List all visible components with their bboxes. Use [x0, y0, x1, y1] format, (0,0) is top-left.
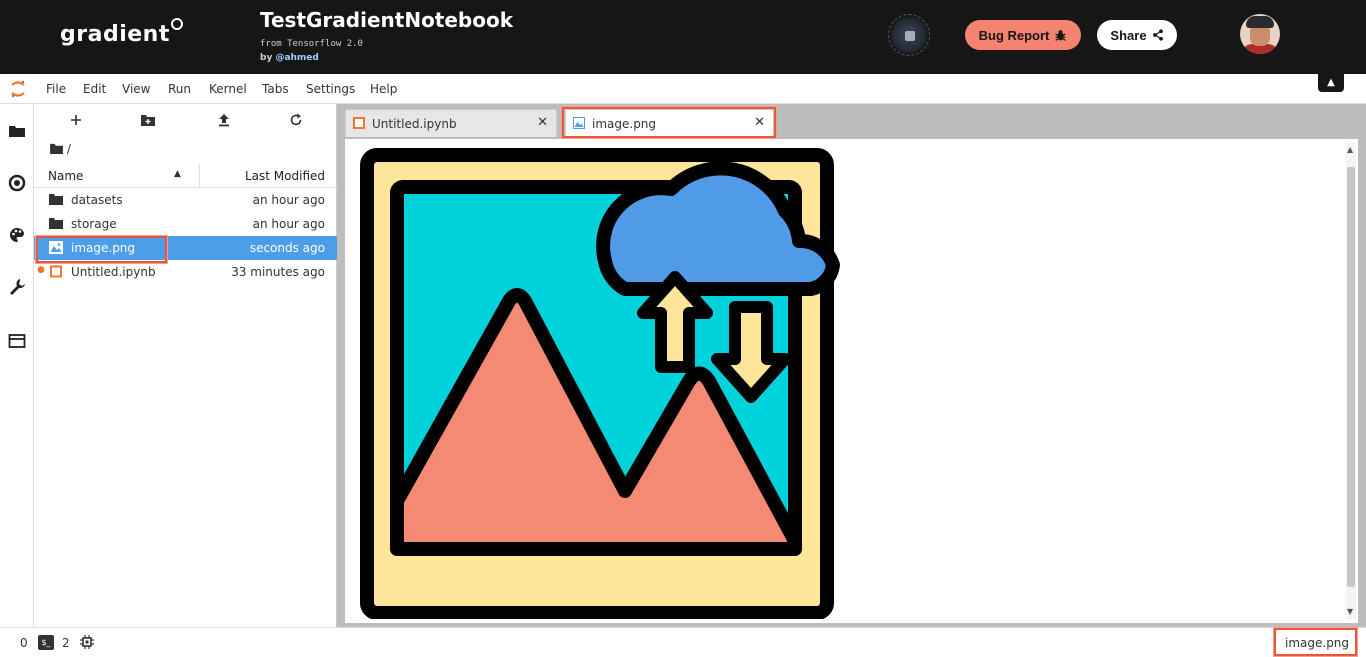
image-upload-download-illustration [360, 148, 840, 619]
folder-icon [49, 218, 63, 229]
list-item[interactable]: ● Untitled.ipynb 33 minutes ago [34, 260, 337, 284]
palette-icon[interactable] [8, 226, 26, 244]
image-viewer[interactable]: ▲ ▼ [345, 139, 1358, 623]
menu-view[interactable]: View [122, 82, 150, 96]
file-modified: an hour ago [252, 193, 325, 207]
file-list-header: Name ▲ Last Modified [34, 164, 337, 188]
avatar[interactable] [1240, 14, 1280, 54]
file-name: datasets [71, 193, 123, 207]
kernel-count: 0 [20, 636, 28, 650]
menu-tabs[interactable]: Tabs [262, 82, 289, 96]
highlight-annotation [562, 107, 776, 138]
terminal-count: 2 [62, 636, 70, 650]
notebook-author: by @ahmed [260, 53, 319, 63]
share-button[interactable]: Share [1097, 20, 1177, 50]
highlight-annotation [1274, 628, 1357, 656]
menu-help[interactable]: Help [370, 82, 397, 96]
bug-report-button[interactable]: Bug Report [965, 20, 1081, 50]
notebook-subtitle: from Tensorflow 2.0 [260, 39, 363, 49]
refresh-icon[interactable] [286, 112, 306, 128]
column-name[interactable]: Name [48, 169, 83, 183]
notebook-file-icon [353, 117, 365, 129]
vertical-scrollbar[interactable]: ▲ ▼ [1346, 143, 1356, 619]
share-icon [1152, 29, 1163, 41]
folder-icon[interactable] [8, 122, 26, 140]
home-folder-icon [50, 143, 63, 154]
terminal-icon[interactable]: $_ [38, 635, 54, 650]
close-icon[interactable]: ✕ [537, 115, 548, 130]
file-name: Untitled.ipynb [71, 265, 156, 279]
menu-settings[interactable]: Settings [306, 82, 355, 96]
new-folder-icon[interactable] [138, 112, 158, 128]
jupyter-logo-icon [11, 80, 25, 98]
collapse-header-button[interactable]: ▲ [1318, 74, 1344, 92]
file-modified: 33 minutes ago [231, 265, 325, 279]
tabs-panel-icon[interactable] [8, 332, 26, 350]
main-dock-area: Untitled.ipynb ✕ image.png ✕ ▲ ▼ [337, 104, 1366, 627]
scroll-up-icon[interactable]: ▲ [1347, 145, 1353, 154]
menu-edit[interactable]: Edit [83, 82, 106, 96]
file-modified: an hour ago [252, 217, 325, 231]
file-browser: / Name ▲ Last Modified datasets an hour … [34, 104, 337, 627]
logo-dot-icon [171, 18, 183, 30]
bug-report-label: Bug Report [978, 27, 1050, 43]
file-name: storage [71, 217, 117, 231]
upload-icon[interactable] [214, 112, 234, 128]
menu-bar: File Edit View Run Kernel Tabs Settings … [0, 74, 1366, 104]
running-sessions-icon[interactable] [8, 174, 26, 192]
notebook-file-icon [50, 265, 62, 278]
menu-run[interactable]: Run [168, 82, 191, 96]
tab-untitled-notebook[interactable]: Untitled.ipynb ✕ [345, 109, 557, 137]
list-item[interactable]: storage an hour ago [34, 212, 337, 236]
new-launcher-icon[interactable] [66, 112, 86, 128]
left-activity-bar [0, 104, 34, 627]
tab-label: Untitled.ipynb [372, 117, 457, 131]
bug-icon [1055, 29, 1067, 41]
menu-kernel[interactable]: Kernel [209, 82, 247, 96]
cpu-icon[interactable] [80, 635, 94, 649]
gradient-logo[interactable]: gradient [60, 22, 170, 47]
share-label: Share [1110, 27, 1147, 43]
author-link[interactable]: @ahmed [275, 53, 318, 63]
wrench-icon[interactable] [8, 278, 26, 296]
notebook-title: TestGradientNotebook [260, 8, 514, 32]
stop-icon [905, 31, 915, 41]
breadcrumb[interactable]: / [50, 142, 71, 156]
file-modified: seconds ago [249, 241, 325, 255]
list-item[interactable]: datasets an hour ago [34, 188, 337, 212]
folder-icon [49, 194, 63, 205]
highlight-annotation [36, 236, 167, 263]
running-indicator-icon: ● [37, 265, 45, 275]
by-prefix: by [260, 53, 273, 63]
scroll-down-icon[interactable]: ▼ [1347, 607, 1353, 616]
breadcrumb-path: / [66, 142, 71, 156]
status-bar: 0 $_ 2 image.png [0, 627, 1366, 657]
menu-file[interactable]: File [46, 82, 66, 96]
gradient-header: gradient TestGradientNotebook from Tenso… [0, 0, 1366, 74]
column-last-modified[interactable]: Last Modified [245, 169, 325, 183]
stop-notebook-button[interactable] [888, 14, 930, 56]
sort-ascending-icon: ▲ [174, 169, 181, 179]
chevron-up-icon: ▲ [1327, 77, 1335, 88]
scrollbar-thumb[interactable] [1347, 167, 1355, 587]
